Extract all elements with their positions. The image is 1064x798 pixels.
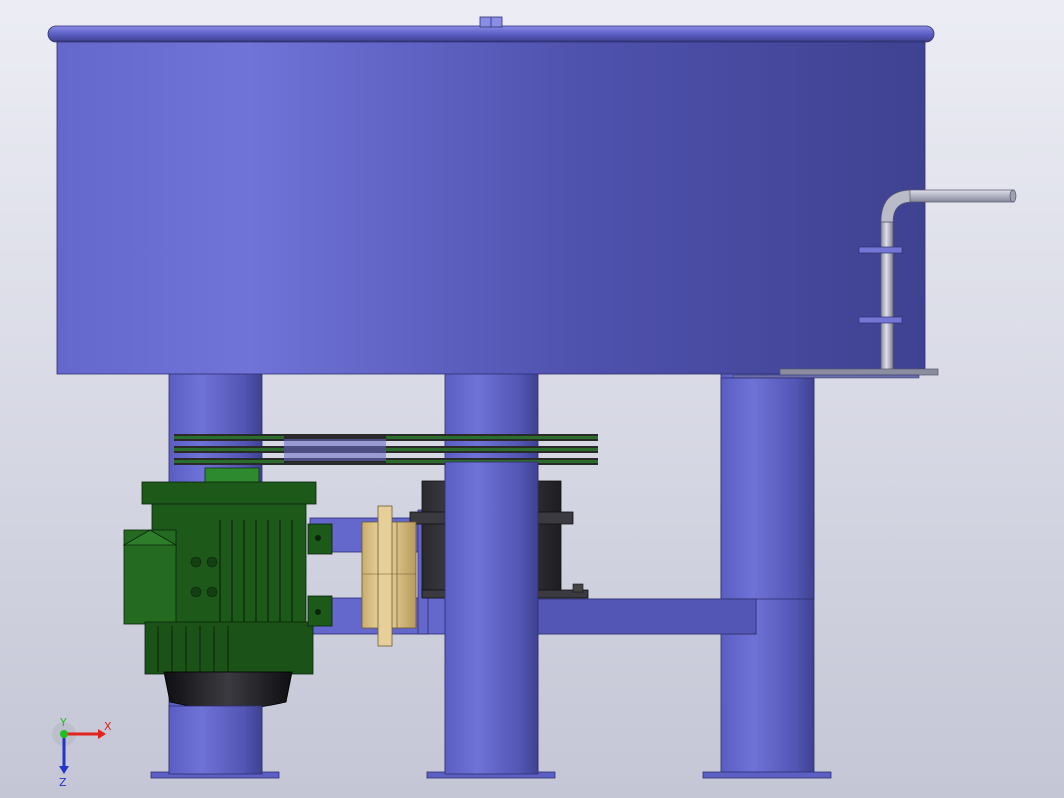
y-axis-marker: [60, 730, 68, 738]
cad-model-view[interactable]: [0, 0, 1064, 798]
leg-right-upper-front: [720, 377, 815, 600]
foot-plate-right: [702, 771, 832, 779]
pipe-horizontal: [909, 189, 1015, 203]
pipe-clamp-lower: [858, 316, 903, 324]
pipe-vertical: [880, 221, 894, 375]
orientation-triad: X Y Z: [40, 712, 120, 792]
y-axis-label: Y: [59, 716, 67, 729]
tank-rim: [47, 25, 935, 43]
tank-body: [56, 37, 926, 375]
leg-left-lower: [168, 705, 263, 775]
motor-lower-body: [144, 621, 314, 675]
z-axis-label: Z: [59, 776, 67, 789]
leg-center-front: [444, 461, 539, 775]
pipe-clamp-upper: [858, 246, 903, 254]
motor-fan-cover: [163, 671, 293, 710]
x-axis-label: X: [104, 720, 112, 733]
motor-top-flange: [141, 481, 317, 505]
pipe-base-plate: [779, 368, 939, 376]
mixing-tank: [47, 16, 935, 375]
pipe-end: [1009, 189, 1017, 203]
electric-motor: [122, 467, 333, 710]
support-beam-front: [537, 598, 757, 635]
cad-viewport[interactable]: X Y Z: [0, 0, 1064, 798]
coupling: [361, 505, 417, 647]
